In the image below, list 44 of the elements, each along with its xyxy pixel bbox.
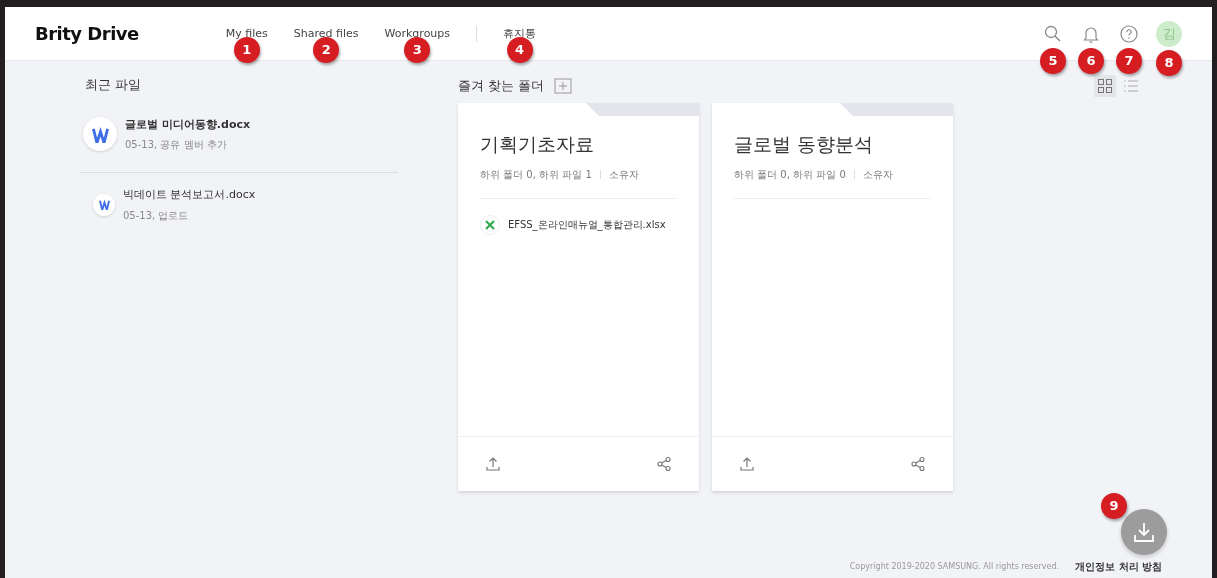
folder-owner: 소유자 <box>862 167 893 182</box>
grid-icon <box>1097 78 1113 94</box>
upload-icon <box>739 456 755 472</box>
file-name: 빅데이트 분석보고서.docx <box>123 187 256 203</box>
download-button[interactable] <box>1121 509 1167 555</box>
folder-card[interactable]: 기획기초자료 하위 폴더 0, 하위 파일 1 소유자 EFSS_온라인매뉴얼_통합관리.xlsx <box>458 103 699 491</box>
callout-badge: 8 <box>1156 49 1182 76</box>
add-folder-icon <box>554 78 573 94</box>
recent-file-item[interactable]: 빅데이트 분석보고서.docx 05-13, 업로드 <box>80 172 398 223</box>
callout-badge: 3 <box>404 36 431 63</box>
folder-title: 글로벌 동향분석 <box>734 132 875 157</box>
word-file-icon <box>93 193 115 216</box>
share-icon <box>910 456 926 472</box>
callout-badge: 9 <box>1101 493 1127 519</box>
share-icon <box>656 456 672 472</box>
file-name: 글로벌 미디어동향.docx <box>125 116 251 133</box>
section-title: 최근 파일 <box>85 76 143 94</box>
file-meta: 05-13, 업로드 <box>123 208 190 223</box>
folder-title: 기획기초자료 <box>480 132 595 157</box>
file-meta: 05-13, 공유 멤버 추가 <box>125 138 228 152</box>
search-icon <box>1043 23 1063 44</box>
word-file-icon <box>83 117 117 152</box>
list-icon <box>1123 78 1139 94</box>
folder-owner: 소유자 <box>608 167 639 182</box>
help-button[interactable] <box>1118 22 1140 45</box>
file-name: EFSS_온라인매뉴얼_통합관리.xlsx <box>508 218 666 232</box>
folder-meta: 하위 폴더 0, 하위 파일 0 <box>734 167 846 182</box>
upload-icon <box>485 456 501 472</box>
callout-badge: 6 <box>1078 47 1104 74</box>
copyright-text: Copyright 2019-2020 SAMSUNG. All rights reserved. <box>849 560 1060 573</box>
add-folder-button[interactable] <box>552 75 575 97</box>
callout-badge: 2 <box>313 36 340 63</box>
download-icon <box>1133 521 1155 543</box>
section-title: 즐겨 찾는 폴더 <box>458 77 545 96</box>
app-logo: Brity Drive <box>35 22 139 46</box>
privacy-policy-link[interactable]: 개인정보 처리 방침 <box>1075 559 1162 574</box>
recent-file-item[interactable]: 글로벌 미디어동향.docx 05-13, 공유 멤버 추가 <box>80 94 398 172</box>
folder-card[interactable]: 글로벌 동향분석 하위 폴더 0, 하위 파일 0 소유자 <box>712 103 953 491</box>
folder-file-item[interactable]: EFSS_온라인매뉴얼_통합관리.xlsx <box>480 214 677 235</box>
callout-badge: 7 <box>1116 47 1142 74</box>
help-icon <box>1119 23 1139 44</box>
callout-badge: 5 <box>1040 47 1066 74</box>
grid-view-button[interactable] <box>1094 75 1116 97</box>
folder-meta: 하위 폴더 0, 하위 파일 1 <box>480 167 592 182</box>
